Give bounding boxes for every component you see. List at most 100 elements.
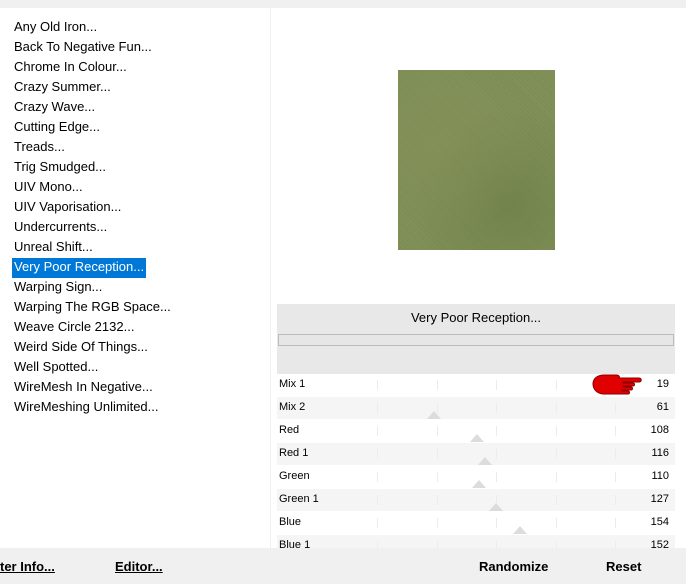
filter-item[interactable]: Warping Sign... [12,278,104,298]
slider-tick [496,403,497,413]
slider-tick [496,472,497,482]
slider-label: Mix 1 [279,378,306,390]
slider-mix-1[interactable]: Mix 1 19 [277,374,675,397]
filter-item[interactable]: Back To Negative Fun... [12,38,154,58]
slider-label: Green [279,470,310,482]
slider-group: Mix 1 19 Mix 2 61 Red 108 Red 1 116 Gree… [277,374,675,558]
slider-tick [377,380,378,390]
slider-track[interactable] [377,489,616,511]
slider-tick [615,472,616,482]
slider-tick [615,449,616,459]
filter-item[interactable]: Trig Smudged... [12,158,108,178]
slider-tick [615,495,616,505]
slider-thumb[interactable] [427,411,442,419]
slider-value: 108 [650,424,669,436]
filter-item[interactable]: Weave Circle 2132... [12,318,136,338]
slider-tick [615,403,616,413]
editor-button[interactable]: Editor... [115,559,163,574]
bottom-right-bar: Randomize Reset [271,548,686,584]
filter-list-panel: Any Old Iron... Back To Negative Fun... … [0,8,270,548]
slider-tick [436,449,438,459]
slider-tick [377,472,378,482]
slider-tick [496,380,497,390]
slider-green[interactable]: Green 110 [277,466,675,489]
slider-tick [377,403,378,413]
slider-label: Mix 2 [279,401,306,413]
slider-tick [496,426,497,436]
filter-item[interactable]: Chrome In Colour... [12,58,129,78]
slider-tick [555,403,557,413]
slider-tick [436,495,438,505]
slider-tick [377,518,378,528]
slider-tick [377,449,378,459]
progress-bar [278,334,674,346]
filter-item[interactable]: Crazy Summer... [12,78,113,98]
filter-item[interactable]: Crazy Wave... [12,98,97,118]
filter-list: Any Old Iron... Back To Negative Fun... … [12,18,173,418]
slider-tick [436,380,438,390]
slider-tick [377,495,378,505]
slider-label: Red [279,424,300,436]
slider-track[interactable] [377,374,616,396]
reset-button[interactable]: Reset [606,559,641,574]
slider-thumb[interactable] [489,503,503,511]
slider-value: 127 [650,493,669,505]
slider-tick [555,518,557,528]
slider-tick [615,518,616,528]
slider-value: 19 [656,378,669,390]
filter-item[interactable]: WireMeshing Unlimited... [12,398,161,418]
slider-thumb[interactable] [512,526,527,534]
settings-header: Very Poor Reception... [277,304,675,374]
filter-info-button[interactable]: ter Info... [0,559,55,574]
selected-filter-name: Very Poor Reception... [410,310,542,325]
slider-tick [436,426,438,436]
slider-track[interactable] [377,512,616,534]
slider-blue[interactable]: Blue 154 [277,512,675,535]
slider-tick [555,449,557,459]
filter-item[interactable]: Undercurrents... [12,218,109,238]
slider-tick [555,426,557,436]
slider-label: Red 1 [279,447,309,459]
slider-tick [555,380,557,390]
slider-track[interactable] [377,397,616,419]
slider-tick [615,426,616,436]
filter-item[interactable]: UIV Mono... [12,178,85,198]
slider-mix-2[interactable]: Mix 2 61 [277,397,675,420]
slider-track[interactable] [377,443,616,465]
slider-tick [555,472,557,482]
slider-tick [496,518,497,528]
slider-tick [436,472,438,482]
filter-item[interactable]: Well Spotted... [12,358,100,378]
slider-red[interactable]: Red 108 [277,420,675,443]
filter-item[interactable]: Unreal Shift... [12,238,95,258]
slider-thumb[interactable] [472,480,487,488]
filter-item[interactable]: WireMesh In Negative... [12,378,155,398]
slider-thumb[interactable] [478,457,493,465]
slider-tick [555,495,557,505]
slider-label: Blue [279,516,302,528]
filter-item[interactable]: Any Old Iron... [12,18,99,38]
slider-red-1[interactable]: Red 1 116 [277,443,675,466]
filter-item[interactable]: Cutting Edge... [12,118,102,138]
slider-value: 61 [656,401,669,413]
filter-settings-panel: Very Poor Reception... Mix 1 19 Mix 2 61… [271,8,686,558]
slider-tick [496,449,497,459]
slider-green-1[interactable]: Green 1 127 [277,489,675,512]
slider-value: 154 [650,516,669,528]
filter-item-selected[interactable]: Very Poor Reception... [12,258,147,278]
filter-item[interactable]: UIV Vaporisation... [12,198,123,218]
slider-tick [436,518,438,528]
bottom-left-bar: ter Info... Editor... [0,548,270,584]
slider-value: 110 [651,470,669,482]
pointing-hand-icon [592,374,642,395]
slider-tick [377,426,378,436]
slider-value: 116 [651,447,669,459]
filter-item[interactable]: Treads... [12,138,67,158]
slider-label: Green 1 [279,493,319,505]
randomize-button[interactable]: Randomize [479,559,548,574]
slider-thumb[interactable] [469,434,484,442]
filter-item[interactable]: Warping The RGB Space... [12,298,173,318]
slider-track[interactable] [377,420,616,442]
filter-item[interactable]: Weird Side Of Things... [12,338,150,358]
slider-track[interactable] [377,466,616,488]
